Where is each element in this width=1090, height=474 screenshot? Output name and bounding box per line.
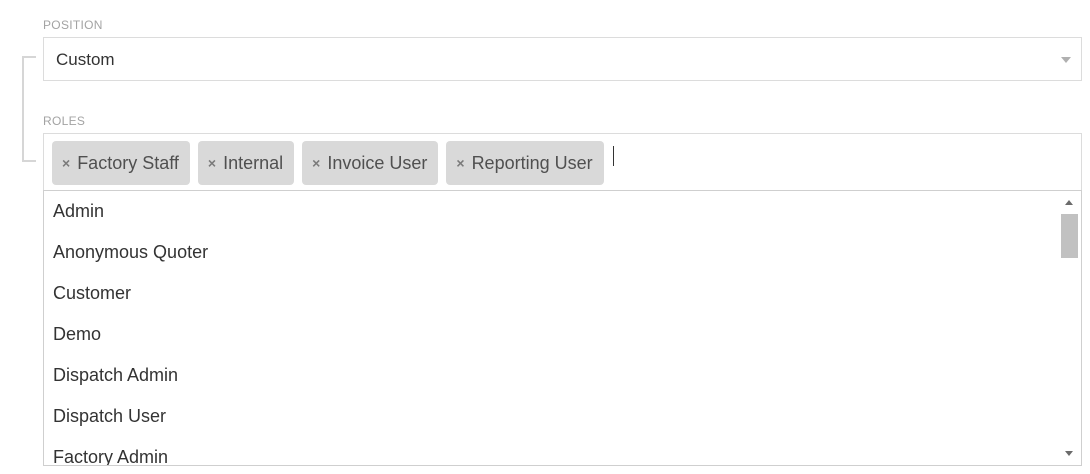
list-item[interactable]: Dispatch User	[44, 396, 1059, 437]
user-role-form: POSITION Custom ROLES × Factory Staff × …	[0, 0, 1090, 474]
close-icon[interactable]: ×	[312, 155, 320, 171]
scroll-up-icon[interactable]	[1065, 200, 1073, 205]
roles-multiselect-input[interactable]: × Factory Staff × Internal × Invoice Use…	[43, 133, 1082, 191]
list-item[interactable]: Dispatch Admin	[44, 355, 1059, 396]
role-tag: × Factory Staff	[52, 141, 190, 185]
position-label: POSITION	[43, 18, 103, 32]
position-select[interactable]: Custom	[43, 37, 1082, 81]
position-selected-value: Custom	[56, 50, 115, 69]
scrollbar-thumb[interactable]	[1061, 214, 1078, 258]
group-bracket	[22, 56, 36, 162]
list-item[interactable]: Factory Admin	[44, 437, 1059, 465]
scroll-down-icon[interactable]	[1065, 451, 1073, 456]
chevron-down-icon[interactable]	[1061, 57, 1071, 63]
close-icon[interactable]: ×	[208, 155, 216, 171]
selected-roles: × Factory Staff × Internal × Invoice Use…	[52, 141, 614, 185]
roles-dropdown: Admin Anonymous Quoter Customer Demo Dis…	[43, 190, 1082, 466]
role-tag: × Internal	[197, 141, 295, 185]
role-tag-label: Factory Staff	[77, 152, 179, 173]
search-text-cursor[interactable]	[612, 146, 614, 166]
close-icon[interactable]: ×	[456, 155, 464, 171]
dropdown-scrollbar[interactable]	[1059, 191, 1081, 465]
role-tag-label: Reporting User	[471, 152, 593, 173]
list-item[interactable]: Anonymous Quoter	[44, 232, 1059, 273]
role-tag-label: Invoice User	[327, 152, 428, 173]
close-icon[interactable]: ×	[62, 155, 70, 171]
role-tag-label: Internal	[223, 152, 284, 173]
list-item[interactable]: Demo	[44, 314, 1059, 355]
list-item[interactable]: Admin	[44, 191, 1059, 232]
role-tag: × Reporting User	[446, 141, 604, 185]
roles-option-list: Admin Anonymous Quoter Customer Demo Dis…	[44, 191, 1059, 465]
role-tag: × Invoice User	[302, 141, 439, 185]
roles-label: ROLES	[43, 114, 86, 128]
list-item[interactable]: Customer	[44, 273, 1059, 314]
